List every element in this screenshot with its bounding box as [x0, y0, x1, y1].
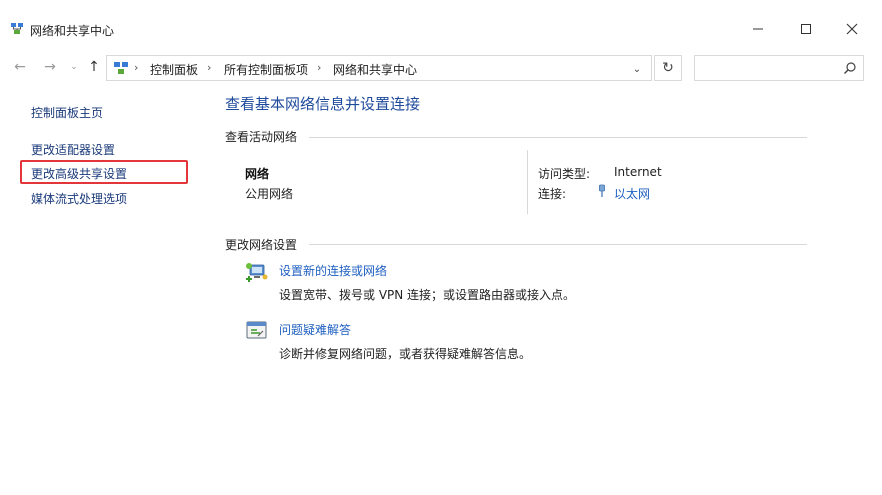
address-dropdown-button[interactable]: ⌄ [628, 60, 646, 78]
chevron-right-icon: › [134, 61, 139, 74]
control-panel-home-link[interactable]: 控制面板主页 [31, 104, 103, 121]
troubleshoot-problems-link[interactable]: 问题疑难解答 [279, 321, 351, 338]
network-center-icon [10, 22, 24, 36]
close-icon [846, 23, 858, 35]
change-adapter-settings-link[interactable]: 更改适配器设置 [31, 141, 115, 158]
close-button[interactable] [830, 14, 874, 44]
access-type-value: Internet [614, 165, 662, 179]
recent-locations-button[interactable]: ⌄ [64, 56, 84, 78]
troubleshoot-problems-description: 诊断并修复网络问题，或者获得疑难解答信息。 [279, 347, 532, 361]
title-bar: 网络和共享中心 [0, 0, 882, 56]
troubleshoot-icon [245, 320, 269, 342]
setup-new-connection-link[interactable]: 设置新的连接或网络 [279, 262, 387, 279]
search-input[interactable] [694, 55, 864, 81]
breadcrumb-all-items[interactable]: 所有控制面板项 [224, 61, 308, 78]
connections-label: 连接: [538, 187, 567, 201]
arrow-right-icon: → [44, 59, 56, 75]
chevron-right-icon: › [317, 61, 322, 74]
navigation-bar: ← → ⌄ ↑ › 控制面板 › 所有控制面板项 › 网络和共享中心 ⌄ ↻ [0, 52, 882, 82]
section-divider [309, 137, 807, 138]
media-streaming-options-link[interactable]: 媒体流式处理选项 [31, 190, 127, 207]
change-settings-heading: 更改网络设置 [225, 238, 298, 252]
forward-button[interactable]: → [40, 56, 60, 78]
breadcrumb-control-panel[interactable]: 控制面板 [150, 61, 198, 78]
change-advanced-sharing-link[interactable]: 更改高级共享设置 [31, 165, 127, 182]
vertical-divider [527, 150, 528, 214]
refresh-icon: ↻ [662, 60, 674, 76]
control-panel-icon [113, 61, 129, 75]
ethernet-connection-link[interactable]: 以太网 [614, 185, 650, 202]
network-category-link[interactable]: 公用网络 [245, 185, 293, 202]
window-title: 网络和共享中心 [30, 24, 115, 38]
search-icon [843, 61, 857, 75]
maximize-icon [801, 24, 811, 34]
access-type-label: 访问类型: [538, 167, 591, 181]
arrow-left-icon: ← [14, 59, 26, 75]
page-title: 查看基本网络信息并设置连接 [225, 95, 421, 113]
chevron-down-icon: ⌄ [632, 63, 642, 75]
refresh-button[interactable]: ↻ [654, 55, 682, 81]
ethernet-icon [598, 184, 606, 198]
up-button[interactable]: ↑ [84, 56, 104, 78]
new-connection-icon [245, 261, 269, 283]
chevron-right-icon: › [207, 61, 212, 74]
active-networks-heading: 查看活动网络 [225, 130, 298, 144]
section-divider [309, 244, 807, 245]
maximize-button[interactable] [784, 14, 828, 44]
chevron-down-icon: ⌄ [70, 62, 78, 72]
network-name: 网络 [245, 167, 270, 181]
setup-new-connection-description: 设置宽带、拨号或 VPN 连接；或设置路由器或接入点。 [279, 288, 576, 302]
address-bar[interactable]: › 控制面板 › 所有控制面板项 › 网络和共享中心 ⌄ [106, 55, 652, 81]
minimize-button[interactable] [736, 14, 780, 44]
arrow-up-icon: ↑ [88, 59, 100, 75]
back-button[interactable]: ← [10, 56, 30, 78]
breadcrumb-network-center[interactable]: 网络和共享中心 [333, 61, 417, 78]
minimize-icon [753, 28, 763, 30]
